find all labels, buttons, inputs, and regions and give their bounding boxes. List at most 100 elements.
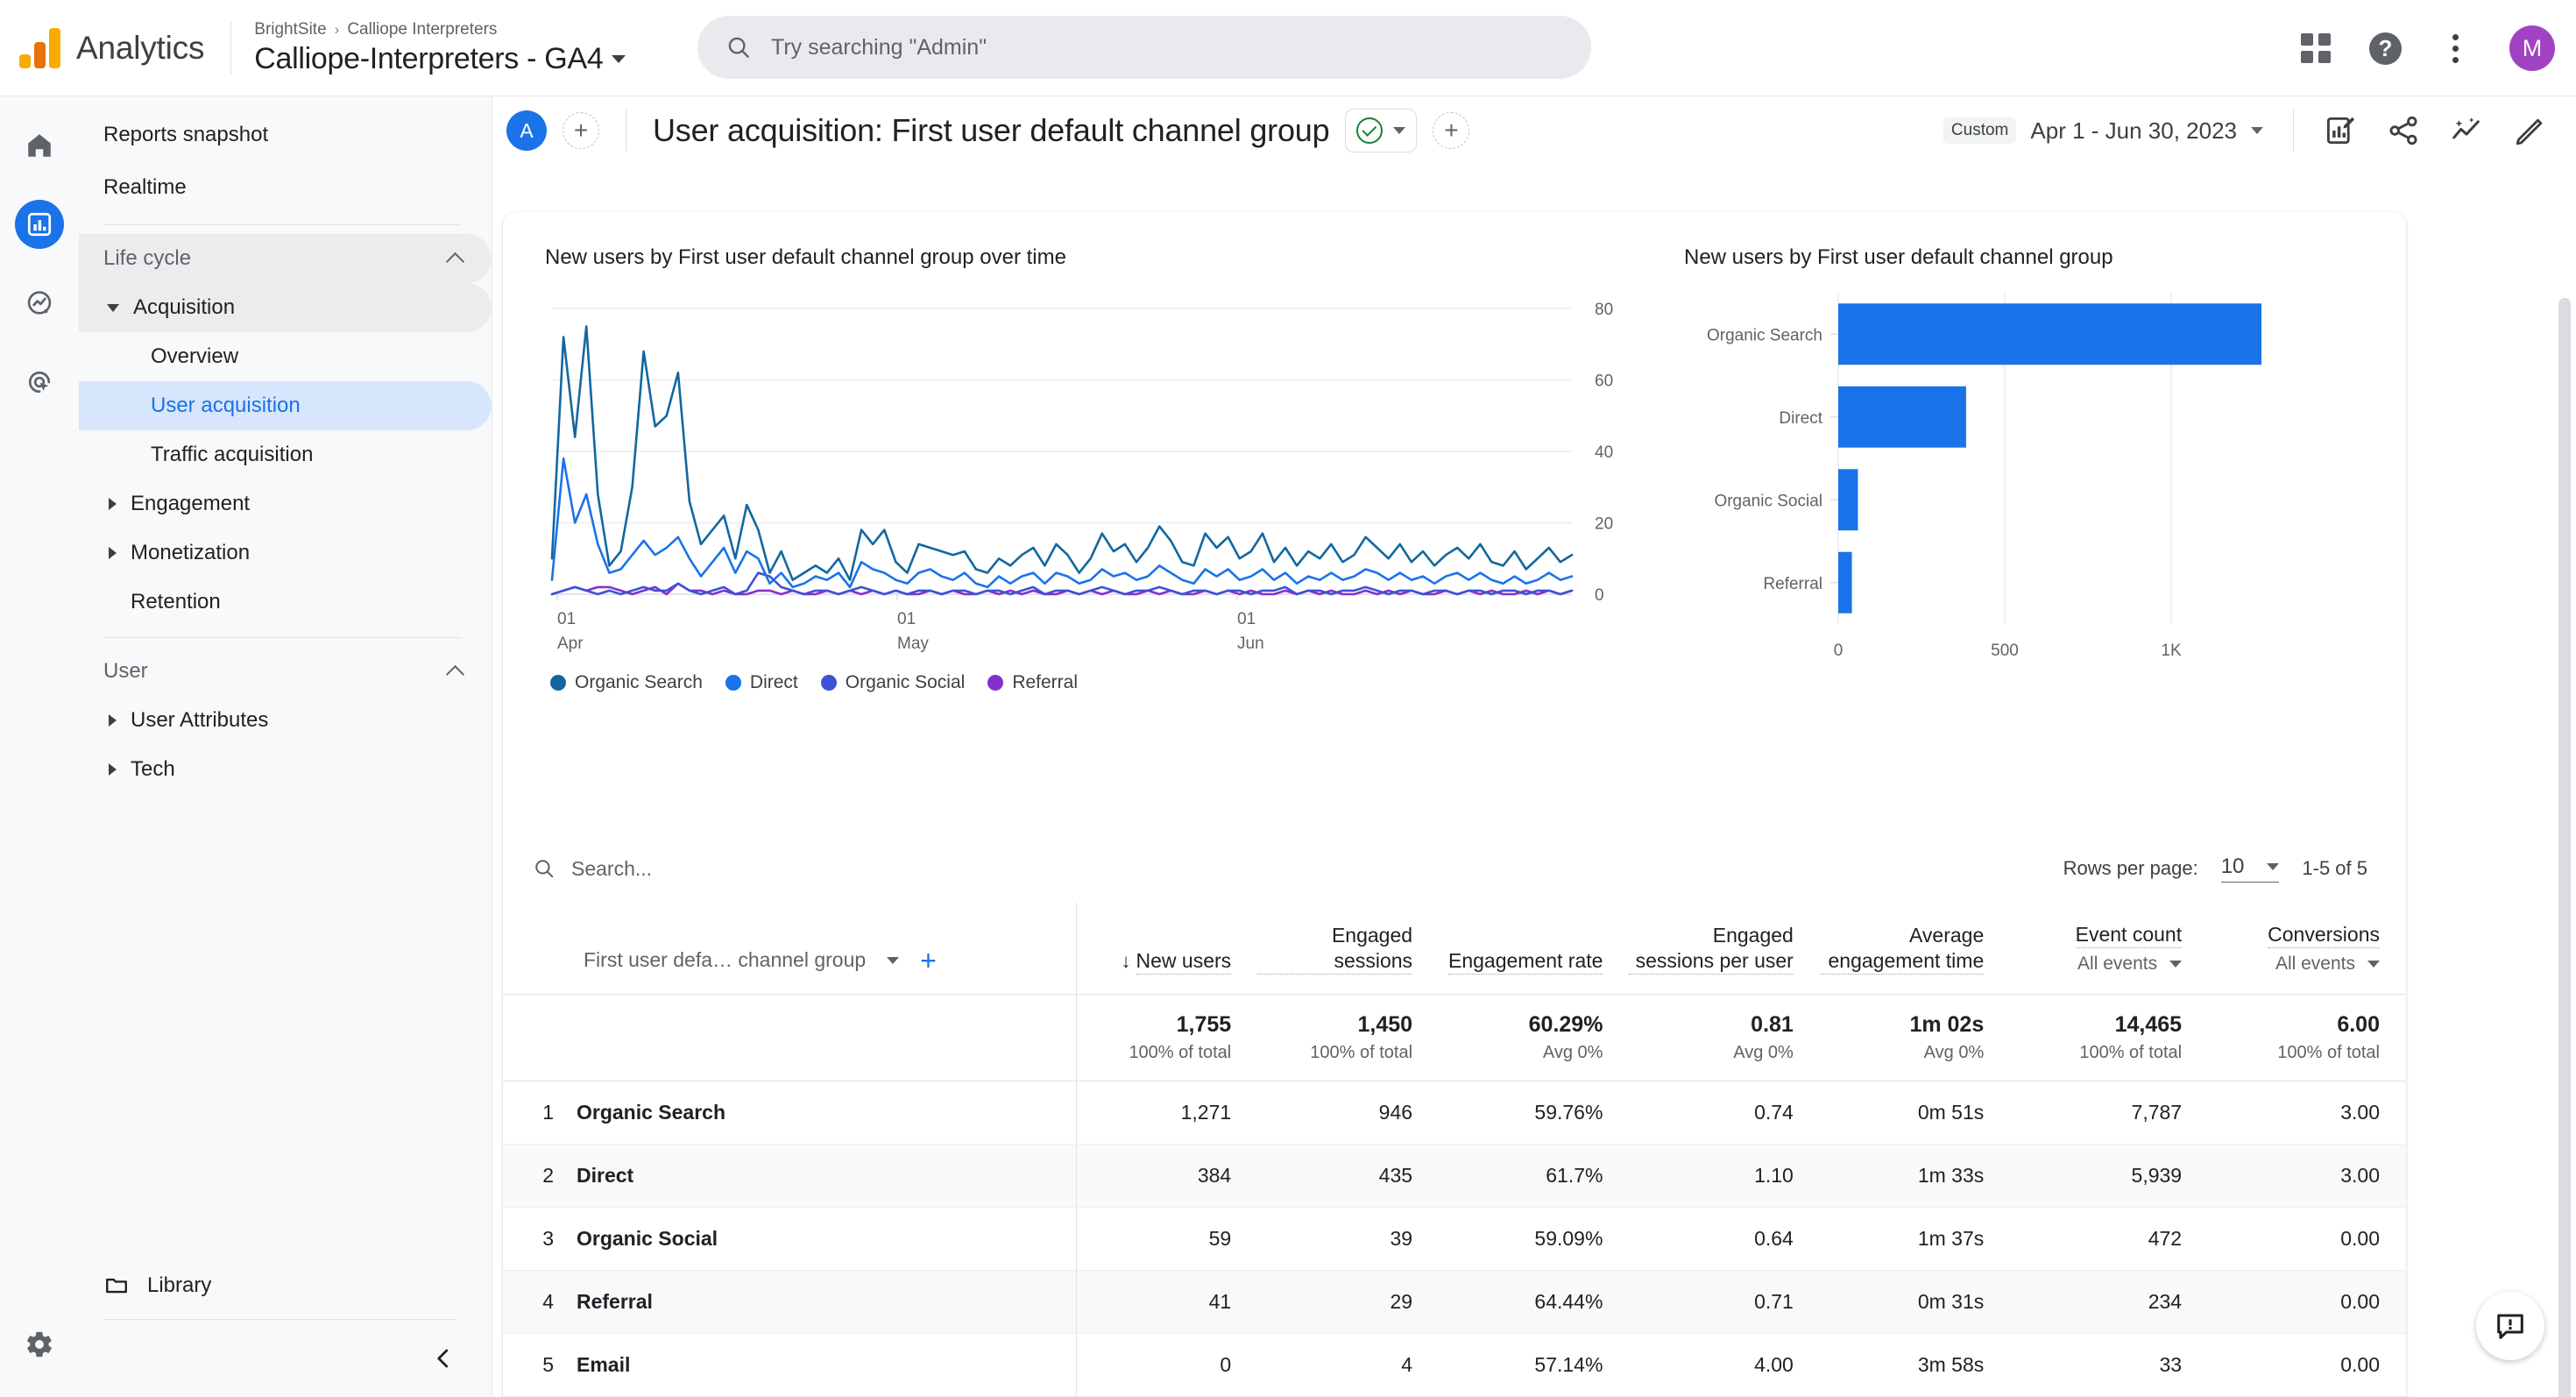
rows-per-page-value: 10: [2220, 855, 2245, 878]
edit-icon[interactable]: [2513, 114, 2546, 147]
breadcrumb: BrightSite › Calliope Interpreters: [254, 20, 626, 39]
rows-per-page-select[interactable]: 10: [2220, 855, 2280, 883]
date-range-selector[interactable]: Custom Apr 1 - Jun 30, 2023: [1943, 117, 2263, 145]
table-row[interactable]: 4 Referral 41 29 64.44% 0.71 0m 31s 234 0.00: [503, 1270, 2406, 1334]
table-search-input[interactable]: Search...: [533, 857, 652, 881]
rail-item-admin[interactable]: [15, 1320, 64, 1369]
column-filter-event-count[interactable]: All events: [2076, 954, 2183, 975]
chevron-down-icon[interactable]: [612, 54, 626, 63]
column-filter-label: All events: [2275, 953, 2355, 974]
table-row[interactable]: 5 Email 0 4 57.14% 4.00 3m 58s 33 0.00: [503, 1333, 2406, 1397]
sidebar-item-library[interactable]: Library: [79, 1273, 492, 1299]
add-comparison-button[interactable]: +: [563, 112, 599, 149]
date-scope-badge: Custom: [1943, 117, 2017, 144]
rail-item-explore[interactable]: [15, 279, 64, 328]
legend-item[interactable]: Organic Social: [820, 672, 965, 693]
table-header-conversions[interactable]: Conversions All events: [2208, 903, 2406, 995]
help-icon[interactable]: ?: [2369, 32, 2402, 65]
avatar[interactable]: M: [2509, 25, 2555, 71]
row-metric-cell: 384: [1076, 1144, 1258, 1208]
row-metric-cell: 59: [1076, 1207, 1258, 1271]
vertical-scrollbar-thumb[interactable]: [2558, 298, 2571, 1397]
gear-icon: [27, 1331, 52, 1358]
insights-icon[interactable]: [2324, 114, 2357, 147]
line-chart[interactable]: 0 20 40 60 80 01 Apr 01 May 01 Jun: [545, 270, 1623, 656]
sidebar-item-label: User Attributes: [131, 708, 269, 732]
breadcrumb-property[interactable]: Calliope Interpreters: [347, 20, 497, 39]
top-bar-actions: ? M: [2301, 0, 2555, 96]
table-row[interactable]: 2 Direct 384 435 61.7% 1.10 1m 33s 5,939 3.00: [503, 1144, 2406, 1208]
table-row[interactable]: 1 Organic Search 1,271 946 59.76% 0.74 0m 51s 7…: [503, 1081, 2406, 1145]
sidebar-item-tech[interactable]: Tech: [79, 745, 492, 794]
feedback-icon: [2497, 1314, 2523, 1339]
sidebar-item-traffic-acquisition[interactable]: Traffic acquisition: [79, 430, 492, 479]
row-dimension-value[interactable]: Organic Social: [577, 1227, 718, 1251]
sidebar-item-realtime[interactable]: Realtime: [79, 161, 492, 214]
sidebar-group-label: Life cycle: [103, 246, 192, 270]
sidebar-group-user[interactable]: User: [79, 647, 492, 696]
property-selector[interactable]: BrightSite › Calliope Interpreters Calli…: [254, 20, 626, 76]
row-dimension-value[interactable]: Email: [577, 1353, 630, 1377]
more-options-icon[interactable]: [2440, 29, 2471, 68]
sidebar-group-life-cycle[interactable]: Life cycle: [79, 234, 492, 283]
table-header-engaged-sessions[interactable]: Engaged sessions: [1257, 903, 1440, 995]
share-icon[interactable]: [2387, 114, 2420, 147]
table-header-engaged-sessions-per-user[interactable]: Engaged sessions per user: [1629, 903, 1820, 995]
comparison-chip-all-users[interactable]: A: [506, 110, 547, 151]
legend-label: Referral: [1012, 672, 1079, 692]
row-metric-cell: 39: [1257, 1207, 1440, 1271]
pagination-controls: Rows per page: 10 1-5 of 5: [2063, 855, 2406, 883]
row-dimension-value[interactable]: Direct: [577, 1164, 633, 1188]
row-dimension-value[interactable]: Organic Search: [577, 1101, 725, 1124]
sidebar-item-monetization[interactable]: Monetization: [79, 528, 492, 578]
table-row[interactable]: 3 Organic Social 59 39 59.09% 0.64 1m 37s 472 0.…: [503, 1207, 2406, 1271]
sidebar-item-user-attributes[interactable]: User Attributes: [79, 696, 492, 745]
legend-item[interactable]: Direct: [725, 672, 798, 693]
row-metric-cell: 435: [1257, 1144, 1440, 1208]
column-filter-conversions[interactable]: All events: [2268, 954, 2380, 975]
table-header-engagement-rate[interactable]: Engagement rate: [1439, 903, 1630, 995]
table-header-event-count[interactable]: Event count All events: [2010, 903, 2209, 995]
rail-item-home[interactable]: [15, 121, 64, 170]
row-dimension-cell: 3 Organic Social: [503, 1207, 1077, 1271]
column-label: Engaged sessions: [1257, 923, 1413, 975]
search-input[interactable]: Try searching "Admin": [697, 16, 1591, 79]
legend-label: Organic Search: [575, 672, 703, 692]
rail-item-advertising[interactable]: [15, 358, 64, 407]
add-dimension-button[interactable]: +: [920, 947, 937, 975]
apps-grid-icon[interactable]: [2301, 33, 2331, 63]
report-card: New users by First user default channel …: [503, 212, 2406, 1397]
table-header-new-users[interactable]: ↓ New users: [1075, 903, 1258, 995]
rail-item-reports[interactable]: [15, 200, 64, 249]
sidebar-item-retention[interactable]: Retention: [79, 578, 492, 627]
svg-text:60: 60: [1595, 372, 1613, 391]
legend-item[interactable]: Organic Search: [550, 672, 703, 693]
bar-chart[interactable]: 0 500 1K Organic Search Direct Organic Social…: [1684, 270, 2385, 708]
totals-subtext: Avg 0%: [1733, 1042, 1794, 1062]
sidebar-item-label: Library: [147, 1273, 212, 1297]
table-header-average-engagement-time[interactable]: Average engagement time: [1819, 903, 2011, 995]
column-label: Engaged sessions per user: [1629, 923, 1794, 975]
send-feedback-button[interactable]: [2476, 1292, 2544, 1360]
row-dimension-value[interactable]: Referral: [577, 1290, 653, 1314]
legend-color-swatch: [550, 675, 566, 691]
add-filter-button[interactable]: +: [1433, 112, 1470, 149]
row-metric-cell: 1m 37s: [1819, 1207, 2011, 1271]
collapse-sidebar-button[interactable]: [430, 1345, 456, 1376]
sidebar-item-reports-snapshot[interactable]: Reports snapshot: [79, 109, 492, 161]
svg-text:Organic Social: Organic Social: [1714, 492, 1822, 510]
chevron-down-icon[interactable]: [887, 956, 900, 964]
totals-cell: 6.00 100% of total: [2208, 994, 2406, 1081]
row-dimension-cell: 4 Referral: [503, 1270, 1077, 1334]
status-badge[interactable]: [1345, 109, 1418, 152]
sidebar-item-engagement[interactable]: Engagement: [79, 479, 492, 528]
row-metric-cell: 472: [2010, 1207, 2209, 1271]
breadcrumb-account[interactable]: BrightSite: [254, 20, 326, 39]
trend-icon[interactable]: [2450, 114, 2483, 147]
legend-item[interactable]: Referral: [987, 672, 1078, 693]
sidebar-item-user-acquisition[interactable]: User acquisition: [79, 381, 492, 430]
sidebar-item-acquisition[interactable]: Acquisition: [79, 283, 492, 332]
svg-text:0: 0: [1834, 642, 1844, 660]
left-rail: [0, 96, 79, 1397]
sidebar-item-overview[interactable]: Overview: [79, 332, 492, 381]
